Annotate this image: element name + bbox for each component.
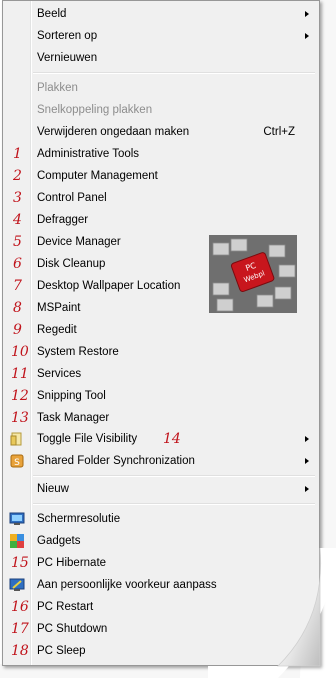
menu-item-shared-folder-sync[interactable]: S Shared Folder Synchronization — [3, 450, 319, 472]
menu-item-tool[interactable]: 2 Computer Management — [3, 165, 319, 187]
submenu-arrow-icon — [305, 486, 309, 492]
menu-item-plakken[interactable]: Plakken — [3, 77, 319, 99]
menu-item-tool[interactable]: 10 System Restore — [3, 341, 319, 363]
menu-item-label: Regedit — [37, 324, 77, 336]
menu-separator — [33, 72, 315, 74]
item-number: 13 — [11, 410, 29, 426]
menu-item-label: Administrative Tools — [37, 148, 140, 160]
menu-item-tool[interactable]: 11 Services — [3, 363, 319, 385]
menu-item-label: Device Manager — [37, 236, 121, 248]
menu-item-verwijderen-ongedaan[interactable]: Verwijderen ongedaan maken Ctrl+Z — [3, 121, 319, 143]
menu-item-tool[interactable]: 1 Administrative Tools — [3, 143, 319, 165]
menu-item-sorteren-op[interactable]: Sorteren op — [3, 25, 319, 47]
menu-item-tool[interactable]: 4 Defragger — [3, 209, 319, 231]
item-number: 2 — [13, 168, 22, 184]
menu-item-tool[interactable]: 12 Snipping Tool — [3, 385, 319, 407]
menu-item-label: System Restore — [37, 346, 119, 358]
menu-separator — [33, 503, 315, 505]
menu-item-label: MSPaint — [37, 302, 81, 314]
submenu-arrow-icon — [305, 436, 309, 442]
item-number: 9 — [13, 322, 22, 338]
menu-item-label: Services — [37, 368, 82, 380]
menu-item-label: Task Manager — [37, 412, 110, 424]
menu-item-tool[interactable]: 3 Control Panel — [3, 187, 319, 209]
pc-webplek-keyboard-image: PC Webpl — [209, 235, 297, 313]
svg-text:S: S — [14, 458, 20, 468]
item-number: 8 — [13, 300, 22, 316]
menu-item-nieuw[interactable]: Nieuw — [3, 478, 319, 500]
menu-separator — [33, 475, 315, 477]
personalize-icon — [9, 578, 25, 591]
menu-item-label: Computer Management — [37, 170, 158, 182]
shortcut-text: Ctrl+Z — [263, 126, 295, 138]
item-number: 12 — [11, 388, 29, 404]
menu-item-tool[interactable]: 9 Regedit — [3, 319, 319, 341]
item-number: 10 — [11, 344, 29, 360]
submenu-arrow-icon — [305, 11, 309, 17]
item-number: 5 — [13, 234, 22, 250]
item-number: 3 — [13, 190, 22, 206]
item-number: 1 — [13, 146, 22, 162]
submenu-arrow-icon — [305, 33, 309, 39]
sync-folder-icon: S — [10, 454, 24, 468]
menu-item-toggle-file-visibility[interactable]: Toggle File Visibility 14 — [3, 428, 319, 450]
item-number: 11 — [11, 366, 29, 382]
menu-item-label: Desktop Wallpaper Location — [37, 280, 181, 292]
file-visibility-icon — [10, 432, 22, 446]
page-curl-decoration — [208, 548, 336, 678]
submenu-arrow-icon — [305, 458, 309, 464]
menu-item-beeld[interactable]: Beeld — [3, 3, 319, 25]
menu-item-label: Control Panel — [37, 192, 107, 204]
item-number: 6 — [13, 256, 22, 272]
gadgets-icon — [10, 534, 24, 548]
menu-item-label: Defragger — [37, 214, 89, 226]
menu-item-tool[interactable]: 13 Task Manager — [3, 407, 319, 429]
item-number: 4 — [13, 212, 22, 228]
menu-item-label: Snipping Tool — [37, 390, 106, 402]
monitor-icon — [9, 512, 25, 525]
menu-item-snelkoppeling-plakken[interactable]: Snelkoppeling plakken — [3, 99, 319, 121]
menu-item-label: Disk Cleanup — [37, 258, 106, 270]
menu-item-schermresolutie[interactable]: Schermresolutie — [3, 508, 319, 530]
menu-item-vernieuwen[interactable]: Vernieuwen — [3, 47, 319, 69]
item-number: 7 — [13, 278, 22, 294]
